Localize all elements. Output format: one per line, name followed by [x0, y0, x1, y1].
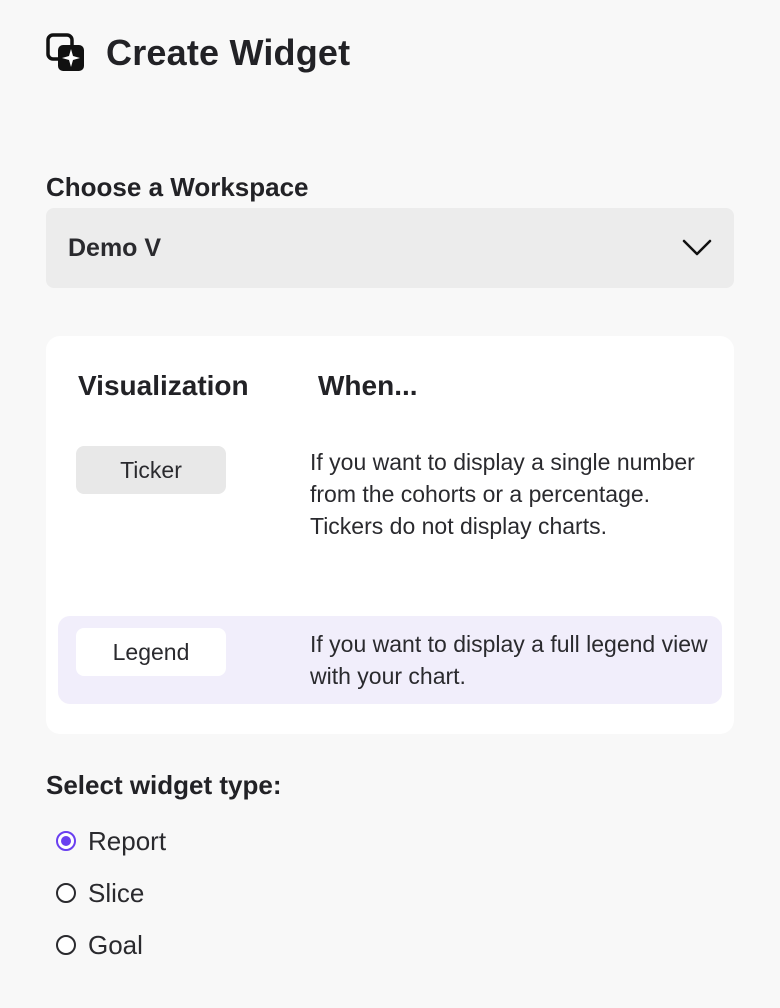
workspace-label: Choose a Workspace	[46, 172, 309, 202]
widget-type-option-slice[interactable]: Slice	[56, 874, 166, 912]
widget-type-label: Select widget type:	[46, 770, 282, 800]
ticker-description: If you want to display a single number f…	[310, 449, 695, 539]
column-header-visualization: Visualization	[78, 370, 249, 401]
radio-unchecked-icon[interactable]	[56, 883, 76, 903]
widget-type-option-goal[interactable]: Goal	[56, 926, 166, 964]
visualization-row-ticker: Ticker If you want to display a single n…	[58, 434, 722, 584]
radio-label-report: Report	[88, 825, 167, 856]
column-header-when: When...	[318, 370, 418, 401]
visualization-row-legend: Legend If you want to display a full leg…	[58, 616, 722, 704]
widget-type-option-report[interactable]: Report	[56, 822, 166, 860]
ticker-option-button[interactable]: Ticker	[76, 446, 226, 494]
page-header: Create Widget	[46, 32, 350, 74]
radio-unchecked-icon[interactable]	[56, 935, 76, 955]
legend-description: If you want to display a full legend vie…	[310, 631, 708, 689]
widget-sparkle-icon	[46, 33, 84, 71]
radio-checked-icon[interactable]	[56, 831, 76, 851]
page-title: Create Widget	[106, 32, 351, 73]
radio-label-slice: Slice	[88, 877, 145, 908]
radio-label-goal: Goal	[88, 929, 143, 960]
visualization-guide-card: Visualization When... Ticker If you want…	[46, 336, 734, 734]
chevron-down-icon	[682, 239, 712, 256]
workspace-select[interactable]: Demo V	[46, 208, 734, 288]
widget-type-radio-group: Report Slice Goal	[56, 822, 166, 978]
legend-option-button[interactable]: Legend	[76, 628, 226, 676]
workspace-selected-value: Demo V	[68, 233, 162, 262]
